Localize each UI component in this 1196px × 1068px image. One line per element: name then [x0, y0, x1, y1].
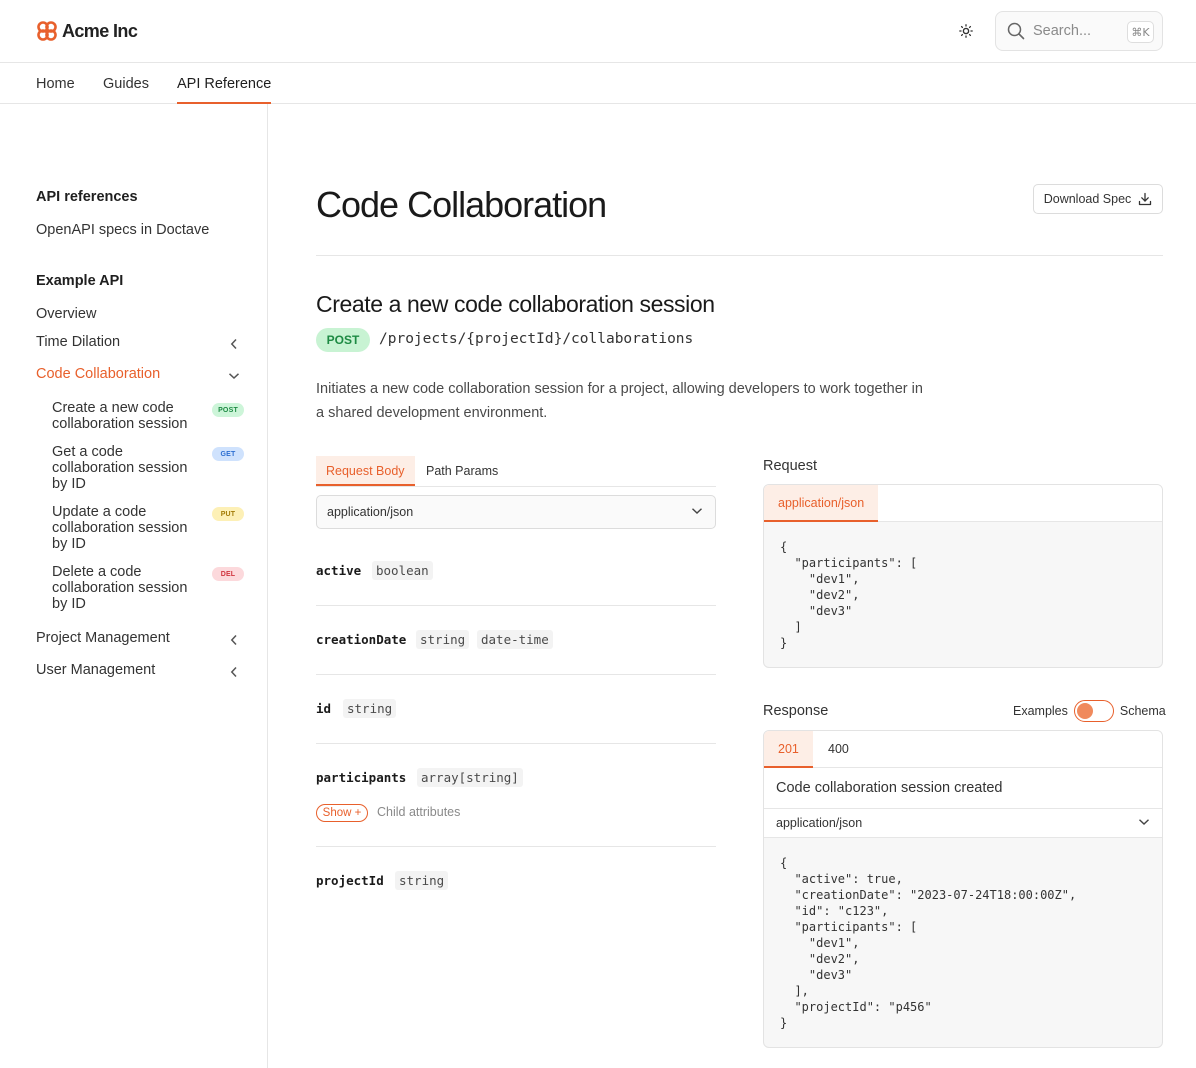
download-spec-label: Download Spec [1043, 192, 1132, 206]
request-tabs: Request Body Path Params [316, 456, 716, 487]
sidebar-heading-example-api: Example API [36, 273, 124, 289]
examples-schema-toggle[interactable] [1073, 700, 1114, 722]
request-code-block: { "participants": [ "dev1", "dev2", "dev… [780, 540, 918, 650]
sidebar-subitem-get-session[interactable]: Get a code collaboration session by ID [52, 444, 202, 492]
sidebar-item-user-management[interactable]: User Management [36, 662, 155, 678]
acme-logo-icon [37, 21, 57, 41]
param-format: date-time [477, 630, 553, 649]
param-type: boolean [372, 561, 433, 580]
sidebar-subitem-create-session[interactable]: Create a new code collaboration session [52, 400, 202, 432]
method-badge-get: GET [212, 447, 244, 461]
tab-status-201[interactable]: 201 [764, 731, 813, 768]
content-type-select[interactable]: application/json [316, 495, 716, 529]
request-panel-tabs: application/json [764, 485, 1162, 522]
toggle-examples-label: Examples [1013, 704, 1068, 718]
tab-api-reference[interactable]: API Reference [177, 64, 272, 104]
chevron-down-icon [692, 508, 702, 514]
method-badge: POST [316, 328, 370, 352]
page-title: Code Collaboration [316, 184, 607, 225]
param-row: active boolean [316, 553, 716, 606]
sidebar: API references OpenAPI specs in Doctave … [0, 104, 268, 1068]
download-icon [1139, 192, 1152, 206]
operation-title: Create a new code collaboration session [316, 291, 715, 317]
param-name: projectId [316, 873, 384, 888]
download-spec-button[interactable]: Download Spec [1033, 184, 1163, 214]
chevron-down-icon[interactable] [228, 370, 240, 382]
tab-guides[interactable]: Guides [103, 64, 149, 104]
sidebar-subitem-delete-session[interactable]: Delete a code collaboration session by I… [52, 564, 202, 612]
toggle-schema-label: Schema [1119, 704, 1166, 718]
tab-path-params[interactable]: Path Params [416, 456, 508, 486]
sidebar-item-code-collaboration[interactable]: Code Collaboration [36, 366, 160, 382]
response-example-panel: 201 400 Code collaboration session creat… [763, 730, 1163, 1048]
method-badge-post: POST [212, 403, 244, 417]
tab-request-content-type[interactable]: application/json [764, 485, 879, 522]
sun-icon [959, 24, 973, 38]
search-shortcut: ⌘K [1127, 21, 1154, 43]
request-panel-label: Request [763, 458, 818, 474]
top-header: Acme Inc ⌘K [0, 0, 1196, 63]
param-name: id [316, 701, 332, 716]
sidebar-item-time-dilation[interactable]: Time Dilation [36, 334, 120, 350]
param-name: active [316, 563, 362, 578]
param-type: string [416, 630, 470, 649]
response-panel-label: Response [763, 703, 829, 719]
sidebar-item-openapi-specs[interactable]: OpenAPI specs in Doctave [36, 222, 209, 238]
param-row: creationDate string date-time [316, 606, 716, 675]
child-attributes-label: Child attributes [377, 805, 461, 819]
param-type: string [343, 699, 397, 718]
param-type: string [395, 871, 449, 890]
show-child-attributes-button[interactable]: Show + [316, 804, 368, 822]
param-row: projectId string [316, 847, 716, 916]
nav-tabs: Home Guides API Reference [0, 64, 1196, 104]
theme-toggle-button[interactable] [956, 21, 976, 41]
param-type: array[string] [417, 768, 523, 787]
brand-name: Acme Inc [62, 20, 138, 41]
search-icon [1007, 22, 1025, 40]
operation-description: Initiates a new code collaboration sessi… [316, 381, 923, 421]
endpoint-path: /projects/{projectId}/collaborations [379, 331, 694, 347]
sidebar-subitem-update-session[interactable]: Update a code collaboration session by I… [52, 504, 202, 552]
sidebar-item-project-management[interactable]: Project Management [36, 630, 170, 646]
examples-schema-toggle-group: Examples Schema [1013, 700, 1166, 722]
param-row: participants array[string] Show + Child … [316, 744, 716, 847]
method-badge-del: DEL [212, 567, 244, 581]
sidebar-item-overview[interactable]: Overview [36, 306, 96, 322]
tab-home[interactable]: Home [36, 64, 75, 104]
response-description: Code collaboration session created [764, 768, 1162, 809]
chevron-left-icon[interactable] [228, 666, 240, 678]
brand-logo[interactable]: Acme Inc [36, 20, 138, 42]
param-name: creationDate [316, 632, 407, 647]
response-status-tabs: 201 400 [764, 731, 1162, 768]
content-type-value: application/json [327, 505, 414, 519]
tab-status-400[interactable]: 400 [814, 731, 863, 768]
param-name: participants [316, 770, 407, 785]
request-example-panel: application/json { "participants": [ "de… [763, 484, 1163, 668]
param-row: id string [316, 675, 716, 744]
chevron-left-icon[interactable] [228, 338, 240, 350]
chevron-left-icon[interactable] [228, 634, 240, 646]
response-content-type-select[interactable]: application/json [764, 809, 1162, 838]
search-box[interactable]: ⌘K [995, 11, 1163, 51]
title-divider [316, 255, 1163, 256]
response-content-type-value: application/json [776, 816, 863, 830]
tab-request-body[interactable]: Request Body [316, 456, 415, 486]
search-input[interactable] [1033, 23, 1115, 39]
response-code-block: { "active": true, "creationDate": "2023-… [780, 856, 1077, 1030]
sidebar-heading-api-references: API references [36, 189, 138, 205]
toggle-knob [1076, 703, 1093, 719]
method-badge-put: PUT [212, 507, 244, 521]
chevron-down-icon [1139, 819, 1149, 825]
